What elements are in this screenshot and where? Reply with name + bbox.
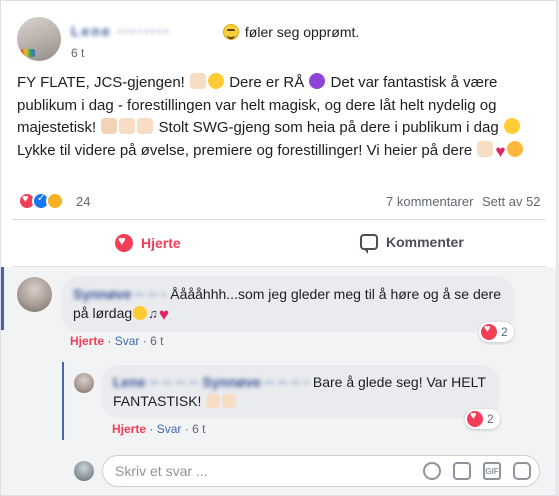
- music-notes-emoji-icon: ♫: [148, 306, 158, 321]
- post-text-part: Dere er RÅ: [225, 74, 309, 91]
- red-heart-emoji-icon: ♥: [158, 305, 169, 324]
- reply-composer[interactable]: GIF: [102, 455, 540, 487]
- comment-timestamp[interactable]: 6 t: [150, 334, 163, 348]
- clap-emoji-icon: [119, 118, 136, 134]
- reply-accent-bar: [62, 362, 64, 440]
- pray-emoji-icon: [101, 118, 118, 134]
- comment-reply-link[interactable]: Svar: [115, 334, 140, 348]
- hugging-emoji-icon: [133, 306, 148, 320]
- camera-icon[interactable]: [453, 462, 471, 480]
- love-button-label: Hjerte: [141, 235, 181, 251]
- comments-count[interactable]: 7 kommentarer: [386, 194, 473, 209]
- feeling-label: føler seg opprømt.: [244, 24, 360, 40]
- author-avatar[interactable]: [17, 17, 61, 61]
- replier-avatar[interactable]: [74, 373, 94, 393]
- reply-bubble: Lene ·· ·· ·· ·· Synnøve ·· ·· ·· · Bare…: [101, 365, 500, 418]
- comment-accent-bar: [1, 267, 4, 330]
- smiling-hearts-emoji-icon: [507, 140, 524, 157]
- post-text-part: FY FLATE, JCS-gjengen!: [17, 74, 190, 91]
- reply-reaction-count: 2: [487, 412, 494, 426]
- clap-emoji-icon: [137, 118, 154, 134]
- haha-reaction-icon: [46, 192, 64, 210]
- reply-reaction-badge[interactable]: 2: [465, 409, 500, 429]
- post-text-part: Lykke til videre på øvelse, premiere og …: [17, 141, 477, 159]
- reply-reply-link[interactable]: Svar: [157, 422, 182, 436]
- post-timestamp[interactable]: 6 t: [71, 46, 84, 60]
- divider: [13, 219, 546, 220]
- commenter-name[interactable]: Synnøve ·· ·· ·: [73, 286, 166, 302]
- raised-hands-emoji-icon: [477, 140, 494, 157]
- sticker-icon[interactable]: [513, 462, 531, 480]
- post-text-part: Stolt SWG-gjeng som heia på dere i publi…: [154, 119, 503, 136]
- comment-actions: Hjerte · Svar · 6 t: [70, 334, 164, 348]
- seen-count[interactable]: Sett av 52: [482, 194, 541, 209]
- comment-love-link[interactable]: Hjerte: [70, 334, 104, 348]
- grin-emoji-icon: [503, 118, 520, 134]
- heart-icon: [115, 233, 133, 252]
- heart-icon: [467, 410, 483, 427]
- composer-icons: GIF: [423, 462, 531, 480]
- reaction-count[interactable]: 24: [76, 194, 90, 209]
- excited-emoji-icon: [223, 24, 239, 40]
- love-button[interactable]: Hjerte: [115, 233, 181, 252]
- comment-bubble-icon: [360, 234, 378, 254]
- comment-reaction-badge[interactable]: 2: [479, 322, 514, 342]
- comment-button-label: Kommenter: [386, 234, 464, 250]
- reply-love-link[interactable]: Hjerte: [112, 422, 146, 436]
- heart-icon: [481, 323, 497, 340]
- reply-actions: Hjerte · Svar · 6 t: [112, 422, 206, 436]
- composer-avatar: [74, 461, 94, 481]
- emoji-icon[interactable]: [423, 462, 441, 480]
- gif-icon[interactable]: GIF: [483, 462, 501, 480]
- heart-eyes-emoji-icon: [208, 73, 225, 89]
- raised-hands-emoji-icon: [206, 394, 221, 408]
- feeling-text: føler seg opprømt.: [223, 24, 359, 40]
- star-struck-emoji-icon: [309, 73, 326, 89]
- comment-reaction-count: 2: [501, 325, 508, 339]
- reply-timestamp[interactable]: 6 t: [192, 422, 205, 436]
- post-body: FY FLATE, JCS-gjengen! Dere er RÅ Det va…: [17, 72, 549, 163]
- comment-button[interactable]: Kommenter: [360, 234, 464, 254]
- reply-input[interactable]: [115, 463, 415, 479]
- replier-name[interactable]: Lene ·· ·· ·· ·· Synnøve ·· ·· ·· ·: [113, 374, 309, 390]
- raised-hands-emoji-icon: [190, 73, 207, 89]
- author-name[interactable]: Lene ········: [71, 23, 171, 39]
- clap-emoji-icon: [222, 394, 237, 408]
- commenter-avatar[interactable]: [17, 277, 52, 312]
- comment-bubble: Synnøve ·· ·· · Ååååhhh...som jeg gleder…: [61, 276, 514, 332]
- red-heart-emoji-icon: ♥: [495, 141, 506, 161]
